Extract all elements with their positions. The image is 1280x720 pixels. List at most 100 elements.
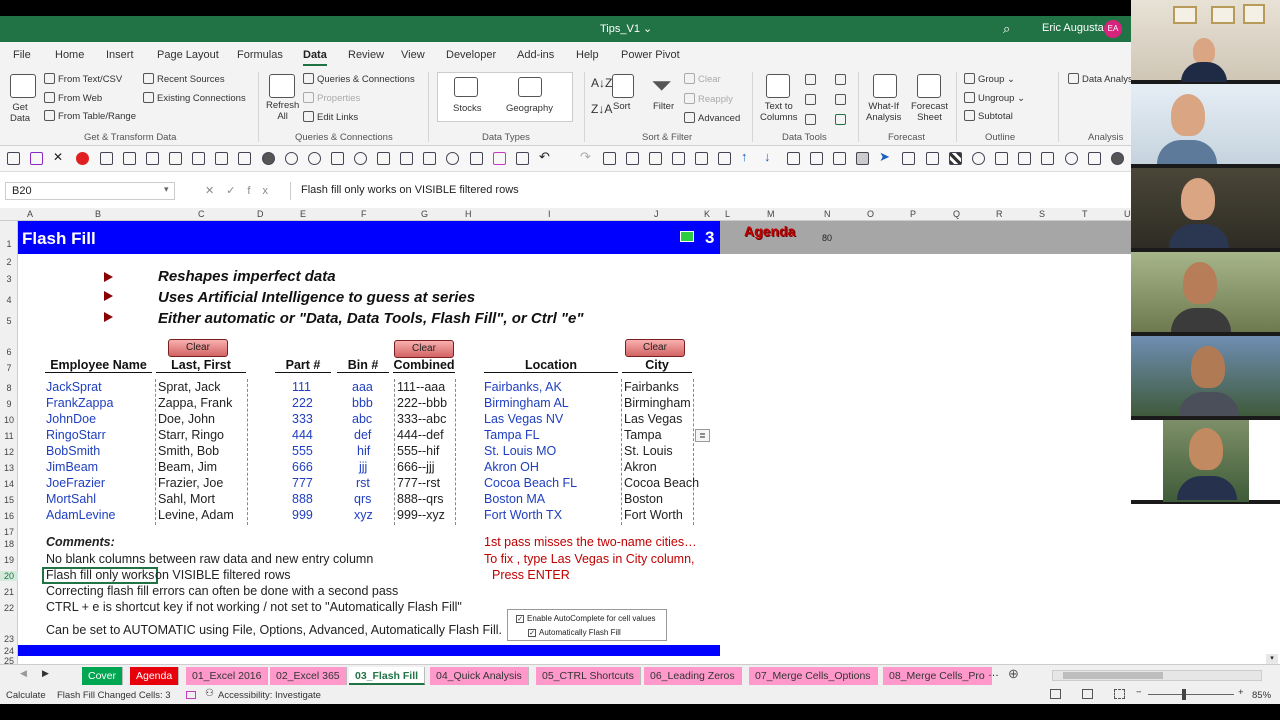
row-header[interactable]: 23 (0, 634, 18, 644)
combined-cell[interactable]: 777--rst (397, 475, 440, 491)
more-tabs-icon[interactable]: … (988, 667, 999, 679)
toolbar-icon[interactable] (169, 152, 182, 165)
scale-icon[interactable] (810, 152, 823, 165)
column-header[interactable]: A (27, 209, 33, 219)
toolbar-icon[interactable] (285, 152, 298, 165)
flash-fill-icon[interactable] (805, 74, 816, 85)
bin-cell[interactable]: xyz (354, 507, 373, 523)
row-header-active[interactable]: 20 (0, 571, 18, 581)
part-cell[interactable]: 999 (292, 507, 313, 523)
fx-icon[interactable]: ✕✓fx (205, 184, 280, 197)
hand-icon[interactable] (423, 152, 436, 165)
zoom-in-icon[interactable]: + (1238, 687, 1244, 698)
row-header[interactable]: 2 (0, 257, 18, 267)
group-button[interactable]: Group ⌄ (964, 73, 1015, 85)
last-first-cell[interactable]: Starr, Ringo (158, 427, 224, 443)
part-cell[interactable]: 222 (292, 395, 313, 411)
column-header[interactable]: L (725, 209, 730, 219)
tab-developer[interactable]: Developer (446, 49, 496, 61)
selected-cell[interactable]: Flash fill only works (42, 567, 159, 584)
text-to-columns-button[interactable]: Text to Columns (760, 101, 798, 123)
combined-cell[interactable]: 333--abc (397, 411, 446, 427)
scrollbar-thumb[interactable] (1063, 672, 1163, 679)
macro-icon[interactable] (186, 691, 196, 699)
row-header[interactable]: 13 (0, 463, 18, 473)
save-icon[interactable] (30, 152, 43, 165)
zoom-out-icon[interactable]: − (1136, 687, 1142, 698)
row-header[interactable]: 6 (0, 347, 18, 357)
refresh-all-button[interactable]: Refresh All (266, 100, 299, 122)
smile-icon[interactable] (446, 152, 459, 165)
toolbar-icon[interactable] (856, 152, 869, 165)
last-first-cell[interactable]: Frazier, Joe (158, 475, 223, 491)
part-cell[interactable]: 666 (292, 459, 313, 475)
combined-cell[interactable]: 666--jjj (397, 459, 435, 475)
part-cell[interactable]: 444 (292, 427, 313, 443)
data-validation-icon[interactable] (805, 114, 816, 125)
column-header[interactable]: N (824, 209, 831, 219)
row-header[interactable]: 14 (0, 479, 18, 489)
sheet-tab-08[interactable]: 08_Merge Cells_Pro (883, 667, 992, 685)
row-header[interactable]: 16 (0, 511, 18, 521)
toolbar-icon[interactable] (902, 152, 915, 165)
toolbar-icon[interactable] (215, 152, 228, 165)
agenda-link[interactable]: Agenda (744, 223, 795, 239)
clear-button[interactable]: Clear (625, 339, 685, 357)
tab-home[interactable]: Home (55, 49, 84, 61)
from-text-button[interactable]: From Text/CSV (44, 73, 122, 85)
recent-sources-button[interactable]: Recent Sources (143, 73, 225, 85)
column-header[interactable]: C (198, 209, 205, 219)
location-cell[interactable]: Akron OH (484, 459, 539, 475)
normal-view-icon[interactable] (1050, 689, 1061, 699)
toolbar-icon[interactable] (262, 152, 275, 165)
participant-tile[interactable] (1131, 252, 1280, 334)
eraser-icon[interactable] (493, 152, 506, 165)
toolbar-icon[interactable] (470, 152, 483, 165)
sheet-tab-05[interactable]: 05_CTRL Shortcuts (536, 667, 641, 685)
folder-icon[interactable] (377, 152, 390, 165)
toolbar-icon[interactable] (1088, 152, 1101, 165)
employee-cell[interactable]: JackSprat (46, 379, 102, 395)
row-header[interactable]: 7 (0, 363, 18, 373)
last-first-cell[interactable]: Doe, John (158, 411, 215, 427)
combined-cell[interactable]: 555--hif (397, 443, 439, 459)
part-cell[interactable]: 333 (292, 411, 313, 427)
bin-cell[interactable]: aaa (352, 379, 373, 395)
comment-line[interactable]: on VISIBLE filtered rows (155, 567, 290, 583)
tab-data[interactable]: Data (303, 49, 327, 66)
employee-cell[interactable]: BobSmith (46, 443, 100, 459)
sheet-tab-03-active[interactable]: 03_Flash Fill (349, 667, 426, 685)
status-mode[interactable]: Calculate (6, 690, 46, 701)
mail-icon[interactable] (718, 152, 731, 165)
zoom-slider-thumb[interactable] (1182, 689, 1186, 700)
column-header[interactable]: T (1082, 209, 1088, 219)
comment-line[interactable]: Can be set to AUTOMATIC using File, Opti… (46, 622, 502, 638)
comment-line[interactable]: Correcting flash fill errors can often b… (46, 583, 398, 599)
sheet-tab-06[interactable]: 06_Leading Zeros (644, 667, 742, 685)
send-icon[interactable]: ➤ (879, 149, 892, 164)
sheet-tab-02[interactable]: 02_Excel 365 (270, 667, 347, 685)
comment-line[interactable]: No blank columns between raw data and ne… (46, 551, 373, 567)
toolbar-icon[interactable] (123, 152, 136, 165)
bin-cell[interactable]: rst (356, 475, 370, 491)
row-header[interactable]: 5 (0, 316, 18, 326)
city-cell[interactable]: Tampa (624, 427, 662, 443)
sheet-tab-04[interactable]: 04_Quick Analysis (430, 667, 529, 685)
search-icon[interactable]: ⌕ (1003, 21, 1010, 37)
bin-cell[interactable]: bbb (352, 395, 373, 411)
part-cell[interactable]: 111 (292, 379, 311, 395)
subtotal-button[interactable]: Subtotal (964, 110, 1013, 122)
location-cell[interactable]: Fort Worth TX (484, 507, 562, 523)
clear-filter-button[interactable]: Clear (684, 73, 721, 85)
part-cell[interactable]: 555 (292, 443, 313, 459)
sheet-tab-cover[interactable]: Cover (82, 667, 124, 685)
folder-icon[interactable] (400, 152, 413, 165)
toolbar-icon[interactable] (100, 152, 113, 165)
refresh-icon[interactable] (1065, 152, 1078, 165)
tab-file[interactable]: File (13, 49, 31, 61)
row-header[interactable]: 8 (0, 383, 18, 393)
name-box[interactable]: B20 (5, 182, 175, 200)
page-break-icon[interactable] (1114, 689, 1125, 699)
tab-formulas[interactable]: Formulas (237, 49, 283, 61)
city-cell[interactable]: Cocoa Beach (624, 475, 699, 491)
